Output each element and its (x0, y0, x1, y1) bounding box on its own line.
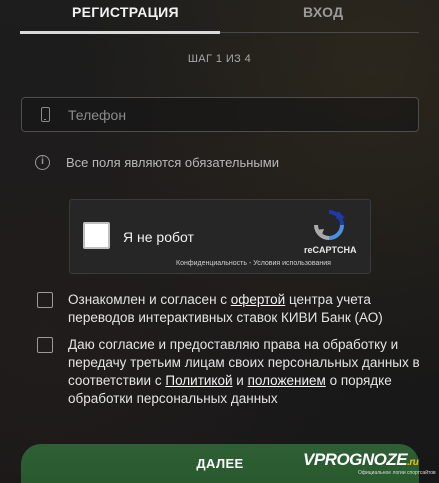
tab-divider (220, 32, 419, 33)
required-notice: i Все поля являются обязательными (35, 155, 279, 170)
offer-text-before: Ознакомлен и согласен с (68, 292, 231, 307)
consent-text: Даю согласие и предоставляю права на обр… (68, 336, 428, 408)
watermark-subtitle: Официальное логии спортсайтов (358, 470, 436, 476)
required-notice-text: Все поля являются обязательными (66, 155, 279, 170)
offer-agreement: Ознакомлен и согласен с офертой центра у… (37, 291, 428, 327)
phone-input[interactable] (68, 106, 388, 123)
regulation-link[interactable]: положением (248, 373, 326, 388)
recaptcha-label: Я не робот (123, 229, 194, 245)
watermark-main: VPROGNOZE (303, 450, 408, 469)
offer-link[interactable]: офертой (231, 292, 285, 307)
watermark-logo: VPROGNOZE.ru (303, 450, 419, 470)
phone-icon (41, 107, 50, 122)
recaptcha-privacy-links[interactable]: Конфиденциальность - Условия использован… (176, 260, 331, 267)
consent-text-middle: и (232, 373, 248, 388)
recaptcha-checkbox[interactable] (83, 222, 110, 249)
consent-agreement: Даю согласие и предоставляю права на обр… (37, 336, 428, 408)
auth-tabs: РЕГИСТРАЦИЯ ВХОД (20, 0, 419, 34)
offer-text: Ознакомлен и согласен с офертой центра у… (68, 291, 428, 327)
step-indicator: ШАГ 1 ИЗ 4 (187, 53, 252, 65)
policy-link[interactable]: Политикой (165, 373, 232, 388)
registration-form: РЕГИСТРАЦИЯ ВХОД ШАГ 1 ИЗ 4 i Все поля я… (0, 0, 439, 483)
recaptcha-widget: Я не робот reCAPTCHA Конфиденциальность … (69, 199, 371, 274)
offer-checkbox[interactable] (37, 292, 53, 308)
consent-checkbox[interactable] (37, 337, 53, 353)
recaptcha-brand: reCAPTCHA (304, 245, 357, 255)
info-icon: i (35, 155, 50, 170)
phone-field[interactable] (21, 97, 419, 132)
recaptcha-logo-icon (314, 210, 345, 240)
active-tab-indicator (20, 31, 220, 34)
tab-registration[interactable]: РЕГИСТРАЦИЯ (72, 4, 179, 28)
watermark-suffix: .ru (407, 457, 419, 468)
tab-login[interactable]: ВХОД (303, 4, 343, 28)
